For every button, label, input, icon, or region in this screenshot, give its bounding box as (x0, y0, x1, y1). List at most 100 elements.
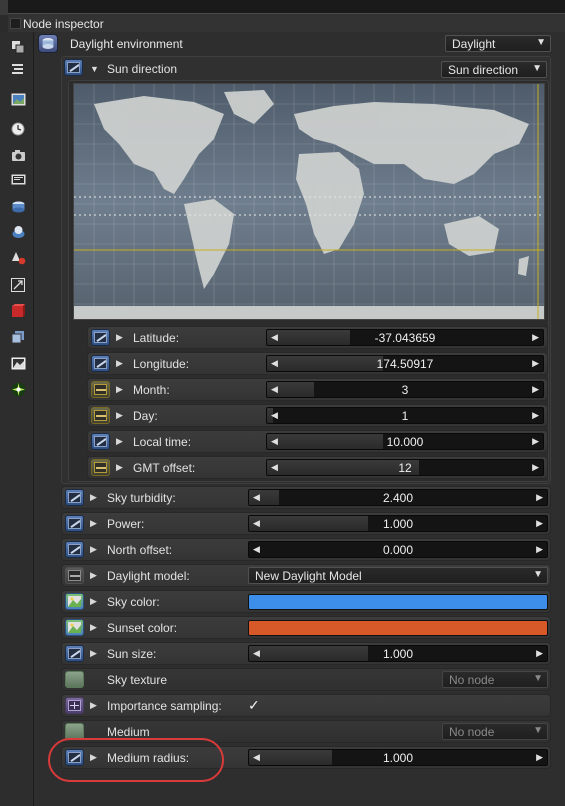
expand-triangle-icon[interactable]: ▶ (116, 462, 123, 473)
node-title: Daylight environment (70, 37, 183, 51)
param-pin[interactable] (91, 381, 110, 398)
increment-arrow-icon[interactable]: ▶ (536, 544, 543, 555)
param-pin[interactable] (65, 645, 84, 662)
select-value: No node (449, 673, 495, 687)
increment-arrow-icon[interactable]: ▶ (532, 410, 539, 421)
select-value: No node (449, 725, 495, 739)
param-pin[interactable] (91, 329, 110, 346)
param-pin[interactable] (91, 355, 110, 372)
expand-triangle-icon[interactable]: ▶ (90, 570, 97, 581)
param-slider[interactable]: ◀ 174.50917 ▶ (266, 355, 544, 372)
copy-nodes-icon[interactable] (9, 38, 27, 56)
param-pin[interactable] (65, 619, 84, 636)
sun-param-row: ▶ Day: ◀ 1 ▶ (87, 404, 548, 427)
param-label: Power: (107, 517, 145, 531)
sun-icon[interactable] (9, 380, 27, 398)
param-label: Sun size: (107, 647, 157, 661)
sky-color-swatch[interactable] (248, 594, 548, 610)
param-pin[interactable] (65, 515, 84, 532)
param-pin[interactable] (91, 459, 110, 476)
curve-icon (94, 436, 107, 447)
north-offset-slider[interactable]: ◀ 0.000 ▶ (248, 541, 548, 558)
int-icon (94, 410, 107, 421)
slider-value: 12 (398, 461, 412, 475)
curve-icon (68, 648, 81, 659)
increment-arrow-icon[interactable]: ▶ (536, 492, 543, 503)
sun-direction-select[interactable]: Sun direction ▼ (441, 61, 547, 78)
param-slider[interactable]: ◀ 1 ▶ (266, 407, 544, 424)
sky-turbidity-slider[interactable]: ◀ 2.400 ▶ (248, 489, 548, 506)
collapse-triangle-icon[interactable]: ▼ (90, 64, 99, 74)
image-output-icon[interactable] (9, 354, 27, 372)
expand-triangle-icon[interactable]: ▶ (90, 622, 97, 633)
image-icon[interactable] (9, 90, 27, 108)
node-type-select[interactable]: Daylight ▼ (445, 35, 551, 52)
daylight-model-select[interactable]: New Daylight Model ▼ (248, 567, 548, 584)
param-pin[interactable] (91, 433, 110, 450)
environment-icon[interactable] (9, 198, 27, 216)
slider-value: 1.000 (382, 751, 414, 765)
increment-arrow-icon[interactable]: ▶ (536, 648, 543, 659)
param-label: Importance sampling: (107, 699, 222, 713)
increment-arrow-icon[interactable]: ▶ (532, 384, 539, 395)
param-pin[interactable] (65, 567, 84, 584)
param-row-sun-size: ▶ Sun size: ◀ 1.000 ▶ (61, 642, 551, 665)
expand-triangle-icon[interactable]: ▶ (116, 332, 123, 343)
sun-direction-pin[interactable] (64, 59, 83, 76)
param-pin[interactable] (65, 489, 84, 506)
importance-sampling-checkbox[interactable]: ✓ (248, 698, 263, 713)
increment-arrow-icon[interactable]: ▶ (532, 436, 539, 447)
increment-arrow-icon[interactable]: ▶ (536, 752, 543, 763)
increment-arrow-icon[interactable]: ▶ (532, 358, 539, 369)
param-row-daylight-model: ▶ Daylight model: New Daylight Model ▼ (61, 564, 551, 587)
increment-arrow-icon[interactable]: ▶ (532, 332, 539, 343)
param-pin[interactable] (65, 593, 84, 610)
sun-size-slider[interactable]: ◀ 1.000 ▶ (248, 645, 548, 662)
param-row-power: ▶ Power: ◀ 1.000 ▶ (61, 512, 551, 535)
expand-triangle-icon[interactable]: ▶ (90, 518, 97, 529)
expand-triangle-icon[interactable]: ▶ (90, 492, 97, 503)
param-pin[interactable] (65, 697, 84, 714)
material-icon[interactable] (9, 223, 27, 241)
medium-radius-slider[interactable]: ◀ 1.000 ▶ (248, 749, 548, 766)
camera-icon[interactable] (9, 146, 27, 164)
expand-triangle-icon[interactable]: ▶ (90, 544, 97, 555)
param-pin[interactable] (91, 407, 110, 424)
transform-icon[interactable] (9, 276, 27, 294)
param-pin[interactable] (65, 541, 84, 558)
param-slider[interactable]: ◀ 3 ▶ (266, 381, 544, 398)
world-map[interactable] (73, 83, 545, 320)
expand-triangle-icon[interactable]: ▶ (90, 700, 97, 711)
param-slider[interactable]: ◀ 12 ▶ (266, 459, 544, 476)
expand-triangle-icon[interactable]: ▶ (90, 596, 97, 607)
texture-icon[interactable] (9, 249, 27, 267)
sunset-color-swatch[interactable] (248, 620, 548, 636)
expand-triangle-icon[interactable]: ▶ (116, 410, 123, 421)
medium-node-select[interactable]: No node ▼ (442, 723, 548, 740)
render-target-icon[interactable] (9, 171, 27, 189)
increment-arrow-icon[interactable]: ▶ (536, 518, 543, 529)
clock-icon[interactable] (9, 120, 27, 138)
power-slider[interactable]: ◀ 1.000 ▶ (248, 515, 548, 532)
expand-triangle-icon[interactable]: ▶ (116, 384, 123, 395)
param-slider[interactable]: ◀ 10.000 ▶ (266, 433, 544, 450)
tab-node-inspector[interactable]: Node inspector (8, 13, 565, 32)
param-pin[interactable] (65, 671, 84, 688)
sun-direction-label: Sun direction (107, 62, 178, 76)
param-row-sky-turbidity: ▶ Sky turbidity: ◀ 2.400 ▶ (61, 486, 551, 509)
param-label: Latitude: (133, 331, 180, 345)
expand-triangle-icon[interactable]: ▶ (116, 358, 123, 369)
outliner-icon[interactable] (9, 60, 27, 78)
param-slider[interactable]: ◀ -37.043659 ▶ (266, 329, 544, 346)
expand-triangle-icon[interactable]: ▶ (116, 436, 123, 447)
param-label: Medium (107, 725, 150, 739)
curve-icon (94, 332, 107, 343)
expand-triangle-icon[interactable]: ▶ (90, 648, 97, 659)
layers-icon[interactable] (9, 328, 27, 346)
param-row-sky-color: ▶ Sky color: (61, 590, 551, 613)
param-row-sunset-color: ▶ Sunset color: (61, 616, 551, 639)
sky-texture-node-select[interactable]: No node ▼ (442, 671, 548, 688)
geometry-icon[interactable] (9, 302, 27, 320)
increment-arrow-icon[interactable]: ▶ (532, 462, 539, 473)
sun-param-row: ▶ Longitude: ◀ 174.50917 ▶ (87, 352, 548, 375)
